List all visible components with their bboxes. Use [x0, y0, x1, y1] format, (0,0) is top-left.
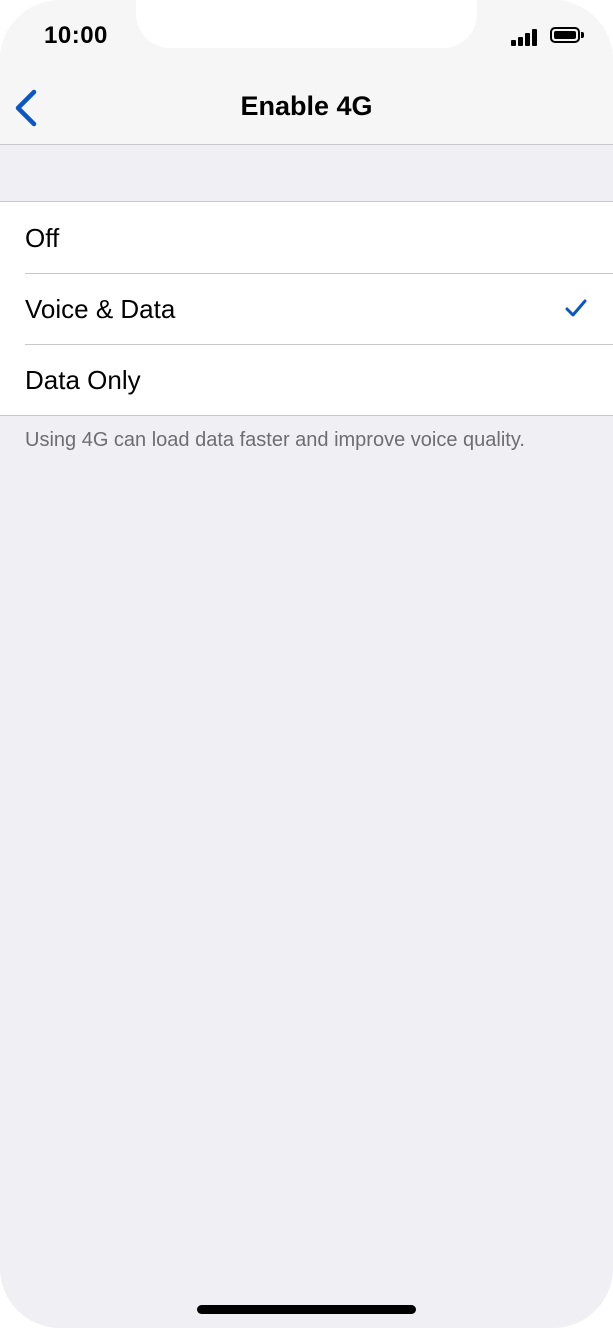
- navigation-bar: 10:00 Enable 4G: [0, 0, 613, 145]
- option-label: Data Only: [25, 365, 141, 395]
- option-label: Voice & Data: [25, 294, 176, 324]
- page-title: Enable 4G: [240, 91, 373, 121]
- device-notch: [136, 0, 477, 48]
- section-footer-note: Using 4G can load data faster and improv…: [25, 429, 525, 451]
- checkmark-icon: [565, 299, 587, 317]
- cellular-signal-icon: [511, 29, 541, 46]
- home-indicator[interactable]: [197, 1305, 416, 1314]
- options-list: Off Voice & Data Data Only: [0, 201, 613, 416]
- status-time: 10:00: [44, 22, 108, 49]
- battery-icon: [550, 27, 586, 47]
- option-data-only[interactable]: Data Only: [0, 344, 613, 415]
- option-off[interactable]: Off: [0, 202, 613, 273]
- phone-screen: 10:00 Enable 4G Off Voice & Data Data On…: [0, 0, 613, 1328]
- option-voice-and-data[interactable]: Voice & Data: [0, 273, 613, 344]
- option-label: Off: [25, 223, 60, 253]
